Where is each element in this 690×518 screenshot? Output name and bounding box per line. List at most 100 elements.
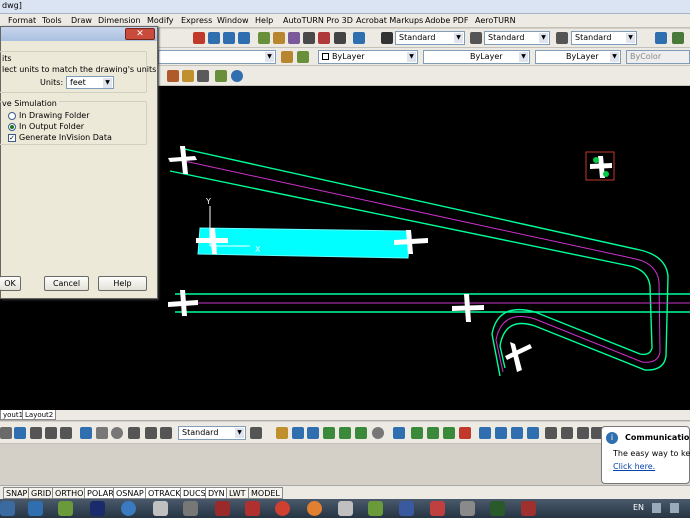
modify-explode-icon[interactable]	[527, 427, 539, 439]
status-polar[interactable]: POLAR	[84, 487, 117, 499]
dim-angular-icon[interactable]	[60, 427, 72, 439]
app3-icon[interactable]	[183, 501, 198, 516]
flash-icon[interactable]	[245, 501, 260, 516]
network-icon[interactable]	[670, 503, 679, 513]
modify-break-icon[interactable]	[459, 427, 471, 439]
markup-icon[interactable]	[318, 32, 330, 44]
status-snap[interactable]: SNAP	[3, 487, 31, 499]
modify-move-icon[interactable]	[355, 427, 367, 439]
calculator-icon[interactable]	[334, 32, 346, 44]
autocad-icon[interactable]	[521, 501, 536, 516]
menu-tools[interactable]: Tools	[42, 16, 62, 25]
ie-icon[interactable]	[121, 501, 136, 516]
menu-adobe-pdf[interactable]: Adobe PDF	[425, 16, 468, 25]
layout-icon[interactable]	[215, 70, 227, 82]
tolerance-icon[interactable]	[80, 427, 92, 439]
generate-invision-checkbox[interactable]: ✓	[8, 134, 16, 142]
menu-help[interactable]: Help	[255, 16, 273, 25]
modify-erase-icon[interactable]	[276, 427, 288, 439]
block-icon[interactable]	[167, 70, 179, 82]
dialog-title-bar[interactable]: ✕	[1, 27, 157, 41]
status-otrack[interactable]: OTRACK	[145, 487, 184, 499]
dim-update-icon[interactable]	[160, 427, 172, 439]
help-button[interactable]: Help	[98, 276, 147, 291]
photoshop-icon[interactable]	[90, 501, 105, 516]
menu-draw[interactable]: Draw	[71, 16, 92, 25]
text-style-select[interactable]: Standard ▼	[395, 31, 465, 45]
tool-palettes-icon[interactable]	[288, 32, 300, 44]
status-ortho[interactable]: ORTHO	[52, 487, 87, 499]
table-style-select[interactable]: Standard ▼	[571, 31, 637, 45]
modify-fillet-icon[interactable]	[511, 427, 523, 439]
status-dyn[interactable]: DYN	[205, 487, 228, 499]
plot-preview-icon[interactable]	[561, 427, 573, 439]
menu-window[interactable]: Window	[217, 16, 249, 25]
modify-join-icon[interactable]	[479, 427, 491, 439]
units-select[interactable]: feet ▼	[66, 76, 114, 89]
dim-linear-icon[interactable]	[30, 427, 42, 439]
help-icon[interactable]	[353, 32, 365, 44]
menu-acrobat-markups[interactable]: Acrobat Markups	[356, 16, 423, 25]
menu-dimension[interactable]: Dimension	[98, 16, 141, 25]
tray-icon[interactable]	[652, 503, 661, 513]
ok-button[interactable]: OK	[0, 276, 21, 291]
aircraft-5[interactable]	[452, 294, 484, 322]
menu-autoturn[interactable]: AutoTURN Pro 3D	[283, 16, 353, 25]
status-osnap[interactable]: OSNAP	[113, 487, 147, 499]
make-layer-current-icon[interactable]	[281, 51, 293, 63]
app4-icon[interactable]	[215, 501, 230, 516]
linetype-select[interactable]: ByLayer ▼	[423, 50, 530, 64]
draw-arc-icon[interactable]	[0, 427, 12, 439]
app8-icon[interactable]	[460, 501, 475, 516]
modify-offset-icon[interactable]	[323, 427, 335, 439]
design-center-icon[interactable]	[273, 32, 285, 44]
modify-trim-icon[interactable]	[427, 427, 439, 439]
language-indicator[interactable]: EN	[633, 503, 644, 512]
close-button[interactable]: ✕	[125, 28, 155, 40]
menu-format[interactable]: Format	[8, 16, 36, 25]
radio-drawing-folder[interactable]	[8, 112, 16, 120]
modify-copy-icon[interactable]	[292, 427, 304, 439]
multileader-add-icon[interactable]	[672, 32, 684, 44]
highlighted-aircraft-region[interactable]	[197, 227, 411, 259]
zoom-window-icon[interactable]	[223, 32, 235, 44]
status-grid[interactable]: GRID	[28, 487, 55, 499]
notification-link[interactable]: Click here.	[613, 462, 655, 471]
status-model[interactable]: MODEL	[248, 487, 283, 499]
draw-circle-icon[interactable]	[14, 427, 26, 439]
properties-icon[interactable]	[258, 32, 270, 44]
start-orb-icon[interactable]	[0, 501, 15, 516]
modify-scale-icon[interactable]	[393, 427, 405, 439]
status-lwt[interactable]: LWT	[226, 487, 249, 499]
lineweight-select[interactable]: ByLayer ▼	[535, 50, 621, 64]
sheet-set-icon[interactable]	[303, 32, 315, 44]
app9-icon[interactable]	[490, 501, 505, 516]
android-icon[interactable]	[368, 501, 383, 516]
dim-text-edit-icon[interactable]	[145, 427, 157, 439]
zoom-realtime-icon[interactable]	[208, 32, 220, 44]
notification-balloon[interactable]: i Communication C The easy way to keep y…	[601, 426, 690, 484]
xref-icon[interactable]	[197, 70, 209, 82]
modify-array-icon[interactable]	[339, 427, 351, 439]
modify-extend-icon[interactable]	[443, 427, 455, 439]
aircraft-7[interactable]	[590, 156, 612, 178]
print-icon[interactable]	[545, 427, 557, 439]
firefox-icon[interactable]	[307, 501, 322, 516]
menu-modify[interactable]: Modify	[147, 16, 174, 25]
aircraft-6[interactable]	[505, 342, 532, 372]
radio-output-folder[interactable]	[8, 123, 16, 131]
layer-select[interactable]: ▼	[158, 50, 276, 64]
app6-icon[interactable]	[399, 501, 414, 516]
modify-rotate-icon[interactable]	[372, 427, 384, 439]
multileader-icon[interactable]	[655, 32, 667, 44]
dim-style-select[interactable]: Standard ▼	[484, 31, 550, 45]
explorer-icon[interactable]	[28, 501, 43, 516]
insert-icon[interactable]	[182, 70, 194, 82]
pan-icon[interactable]	[193, 32, 205, 44]
dim-style-manager-icon[interactable]	[250, 427, 262, 439]
publish-icon[interactable]	[577, 427, 589, 439]
modify-stretch-icon[interactable]	[411, 427, 423, 439]
tab-layout2[interactable]: Layout2	[22, 410, 57, 420]
modify-mirror-icon[interactable]	[307, 427, 319, 439]
dim-style-bottom-select[interactable]: Standard ▼	[178, 426, 246, 440]
